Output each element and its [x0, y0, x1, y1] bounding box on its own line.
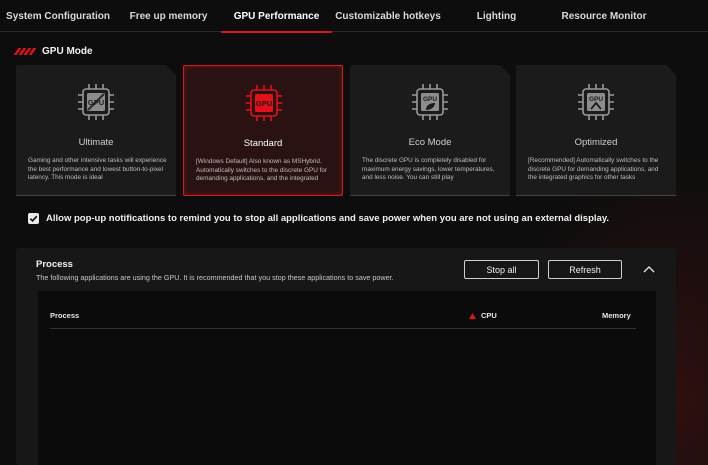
svg-text:GPU: GPU: [88, 98, 104, 107]
process-panel: Process The following applications are u…: [16, 248, 676, 465]
card-label: Eco Mode: [408, 137, 452, 148]
tab-free-up-memory[interactable]: Free up memory: [116, 0, 221, 32]
divider: [516, 195, 676, 196]
svg-text:GPU: GPU: [256, 99, 272, 108]
card-description: [Recommended] Automatically switches to …: [528, 157, 659, 182]
divider: [16, 195, 176, 196]
gpu-chip-optimized-icon: GPU: [578, 84, 614, 120]
card-description: [Windows Default] Also known as MSHybrid…: [196, 158, 328, 183]
card-label: Optimized: [574, 137, 618, 148]
process-title: Process: [36, 259, 73, 270]
gpu-mode-card-optimized[interactable]: GPU Optimized [Recommended] Automaticall…: [516, 65, 676, 196]
card-label: Ultimate: [78, 137, 114, 148]
gpu-chip-icon: GPU: [246, 85, 282, 121]
tab-gpu-performance[interactable]: GPU Performance: [221, 0, 332, 33]
refresh-button[interactable]: Refresh: [548, 260, 622, 279]
column-header-cpu[interactable]: CPU: [481, 311, 497, 320]
notification-option: Allow pop-up notifications to remind you…: [28, 213, 609, 224]
notification-label: Allow pop-up notifications to remind you…: [46, 213, 610, 224]
sort-ascending-icon[interactable]: [469, 313, 476, 319]
tab-customizable-hotkeys[interactable]: Customizable hotkeys: [332, 0, 444, 32]
gpu-mode-card-standard[interactable]: GPU Standard [Windows Default] Also know…: [183, 65, 343, 196]
process-table: Process CPU Memory: [38, 291, 656, 465]
card-description: Gaming and other intensive tasks will ex…: [28, 157, 167, 182]
process-subtitle: The following applications are using the…: [36, 273, 394, 282]
svg-text:GPU: GPU: [423, 96, 437, 103]
column-header-memory[interactable]: Memory: [602, 311, 631, 320]
table-header-divider: [50, 328, 636, 329]
gpu-mode-title: GPU Mode: [42, 46, 93, 57]
tab-bar: System Configuration Free up memory GPU …: [0, 0, 708, 33]
checkmark-icon: [29, 215, 38, 223]
card-description: The discrete GPU is completely disabled …: [362, 157, 495, 182]
gpu-mode-card-ultimate[interactable]: GPU Ultimate Gaming and other intensive …: [16, 65, 176, 196]
tab-lighting[interactable]: Lighting: [444, 0, 549, 32]
tab-system-configuration[interactable]: System Configuration: [0, 0, 116, 32]
stop-all-button[interactable]: Stop all: [464, 260, 539, 279]
card-label: Standard: [243, 138, 283, 149]
stripes-icon: [13, 48, 37, 55]
chevron-up-icon[interactable]: [642, 263, 656, 275]
gpu-chip-leaf-icon: GPU: [412, 84, 448, 120]
divider: [350, 195, 510, 196]
column-header-process[interactable]: Process: [50, 311, 79, 320]
tab-resource-monitor[interactable]: Resource Monitor: [549, 0, 659, 32]
gpu-chip-icon: GPU: [78, 84, 114, 120]
gpu-mode-card-eco[interactable]: GPU Eco Mode The discrete GPU is complet…: [350, 65, 510, 196]
notification-checkbox[interactable]: [28, 213, 39, 224]
gpu-mode-header: GPU Mode: [13, 46, 93, 57]
